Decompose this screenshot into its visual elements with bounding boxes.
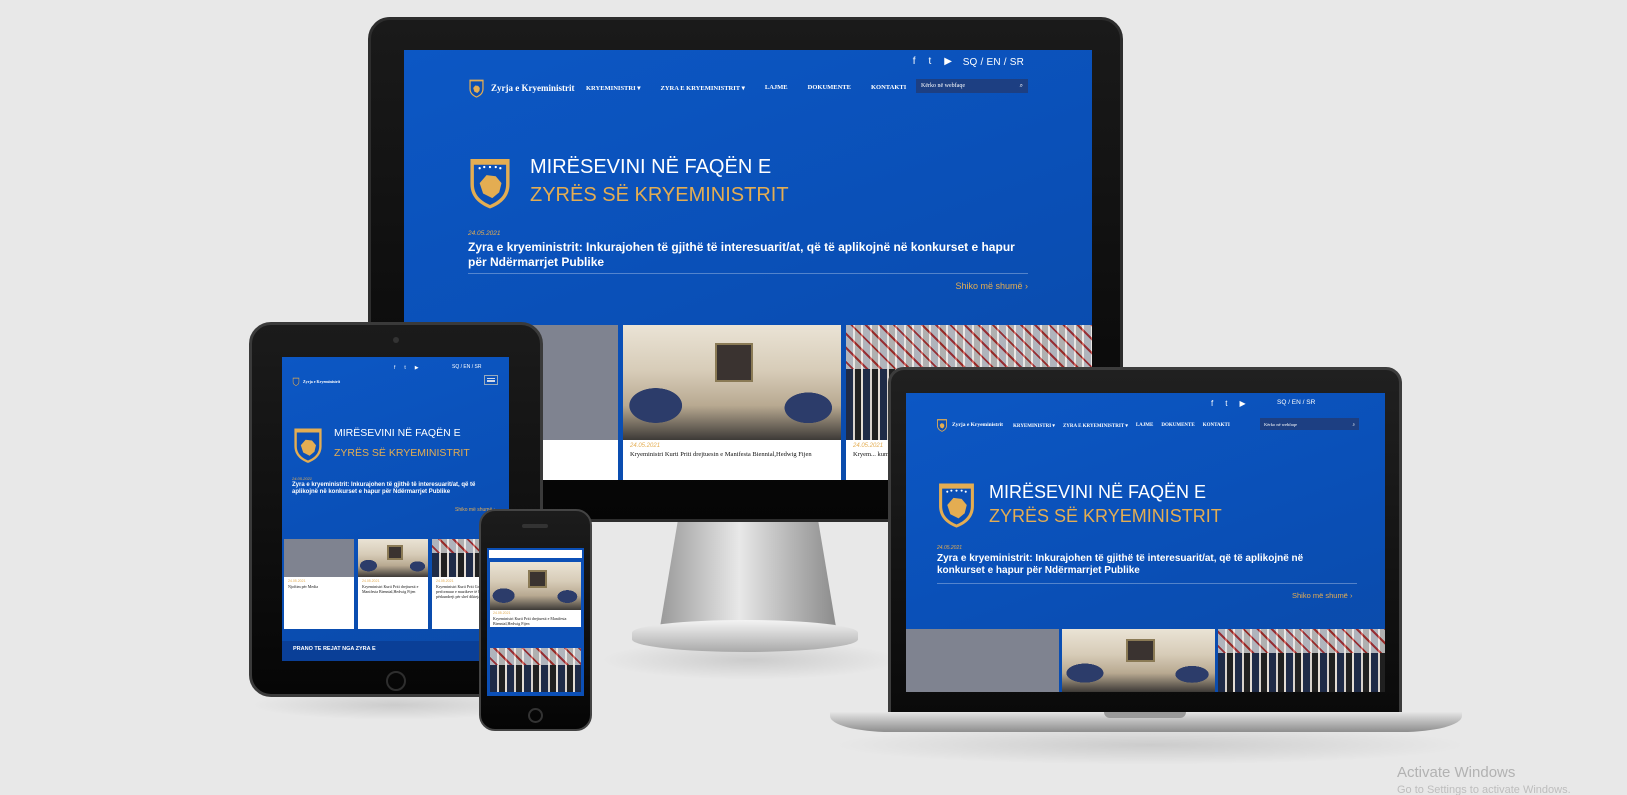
search-icon[interactable]: ⌕ (1352, 422, 1355, 427)
social-links: f t ▶ (394, 365, 419, 371)
youtube-icon[interactable]: ▶ (944, 56, 952, 67)
main-nav: KRYEMINISTRI ▾ ZYRA E KRYEMINISTRIT ▾ LA… (586, 84, 906, 92)
newsletter-bar: PRANO TE REJAT NGA ZYRA E (282, 641, 509, 661)
twitter-icon[interactable]: t (1225, 399, 1227, 408)
news-image (1062, 629, 1215, 692)
nav-item-kryeministri[interactable]: KRYEMINISTRI ▾ (586, 84, 641, 92)
nav-item-kontakti[interactable]: KONTAKTI (871, 84, 906, 92)
brand-name: Zyrja e Kryeministrit (303, 379, 341, 384)
social-links: f t ▶ (913, 56, 952, 67)
see-more-link[interactable]: Shiko më shumë › (955, 281, 1028, 291)
news-title: Kryeministri Kurti Priti drejtuesin e Ma… (630, 451, 812, 458)
language-switcher[interactable]: SQ / EN / SR (963, 57, 1024, 68)
see-more-link[interactable]: Shiko më shumë › (1292, 591, 1352, 600)
newsletter-label: PRANO TE REJAT NGA ZYRA E (293, 646, 376, 652)
nav-item-dokumente[interactable]: DOKUMENTE (1161, 423, 1194, 429)
kosovo-emblem-icon (936, 418, 948, 432)
brand-name: Zyrja e Kryeministrit (952, 422, 1004, 428)
news-image (490, 648, 581, 692)
tablet-camera (393, 337, 399, 343)
nav-item-lajme[interactable]: LAJME (765, 84, 788, 92)
nav-item-zyra[interactable]: ZYRA E KRYEMINISTRIT ▾ (661, 84, 745, 92)
divider (468, 273, 1028, 274)
kosovo-emblem-icon (467, 154, 513, 210)
featured-date: 24.05.2021 (937, 545, 963, 551)
twitter-icon[interactable]: t (929, 56, 932, 67)
language-switcher[interactable]: SQ / EN / SR (1277, 399, 1315, 406)
news-image (284, 539, 354, 577)
phone-home-button (528, 708, 543, 723)
news-card[interactable]: 24.05.2021 Kryeministri Kurti Priti drej… (490, 562, 581, 627)
featured-headline[interactable]: Zyra e kryeministrit: Inkurajohen të gji… (292, 482, 502, 496)
hero-title-line2: ZYRËS SË KRYEMINISTRIT (334, 447, 470, 459)
news-title: Njoftim për Media (288, 584, 318, 589)
nav-item-kontakti[interactable]: KONTAKTI (1203, 423, 1230, 429)
tablet-home-button (386, 671, 406, 691)
youtube-icon[interactable]: ▶ (415, 365, 419, 371)
brand-logo[interactable]: Zyrja e Kryeministrit (468, 78, 574, 98)
news-date: 24.05.2021 (630, 443, 661, 449)
activate-windows-watermark: Activate Windows (1397, 764, 1516, 781)
laptop-notch (1104, 712, 1186, 718)
search-placeholder: Kërko në webfaqe (1264, 421, 1297, 427)
activate-windows-subtext: Go to Settings to activate Windows. (1397, 784, 1571, 795)
news-card[interactable] (1062, 629, 1215, 692)
phone-header-strip (489, 550, 582, 558)
brand-logo[interactable]: Zyrja e Kryeministrit (936, 418, 1003, 432)
brand-name: Zyrja e Kryeministrit (491, 83, 575, 93)
divider (937, 583, 1357, 584)
news-title: Kryeministri Kurti Priti drejtuesit e Ma… (362, 584, 419, 594)
phone-speaker (522, 524, 548, 528)
news-image (906, 629, 1059, 692)
featured-headline[interactable]: Zyra e kryeministrit: Inkurajohen të gji… (937, 553, 1347, 577)
facebook-icon[interactable]: f (913, 56, 916, 67)
search-icon[interactable]: ⌕ (1020, 83, 1023, 90)
news-card[interactable] (1218, 629, 1385, 692)
social-links: f t ▶ (1211, 399, 1246, 408)
featured-date: 24.05.2021 (468, 230, 501, 237)
nav-item-lajme[interactable]: LAJME (1136, 423, 1154, 429)
monitor-stand-neck (660, 522, 836, 627)
news-card[interactable]: 24.05.2021 Kryeministri Kurti Priti drej… (623, 325, 841, 480)
monitor-stand-base (632, 620, 858, 652)
news-image (358, 539, 428, 577)
nav-item-dokumente[interactable]: DOKUMENTE (808, 84, 851, 92)
featured-headline[interactable]: Zyra e kryeministrit: Inkurajohen të gji… (468, 240, 1028, 270)
news-card[interactable]: 24.05.2021 Njoftim për Media (284, 539, 354, 629)
kosovo-emblem-icon (292, 377, 300, 386)
nav-item-zyra[interactable]: ZYRA E KRYEMINISTRIT ▾ (1063, 423, 1128, 429)
news-title: Kryeministri Kurti Priti drejtuesit e Ma… (493, 616, 567, 626)
featured-date: 24.05.2021 (292, 476, 313, 481)
news-card[interactable] (490, 648, 581, 692)
hero-title-line2: ZYRËS SË KRYEMINISTRIT (530, 184, 789, 206)
nav-item-kryeministri[interactable]: KRYEMINISTRI ▾ (1013, 423, 1055, 429)
news-image (623, 325, 841, 440)
facebook-icon[interactable]: f (1211, 399, 1213, 408)
search-input[interactable]: Kërko në webfaqe ⌕ (916, 79, 1028, 93)
kosovo-emblem-icon (936, 479, 977, 529)
kosovo-emblem-icon (292, 425, 324, 464)
news-image (1218, 629, 1385, 692)
hero-title-line1: MIRËSEVINI NË FAQËN E (989, 482, 1207, 502)
phone-site-screen: 24.05.2021 Kryeministri Kurti Priti drej… (487, 548, 584, 696)
brand-logo[interactable]: Zyrja e Kryeministrit (292, 377, 340, 386)
news-image (490, 562, 581, 610)
hero-title-line1: MIRËSEVINI NË FAQËN E (530, 156, 772, 178)
language-switcher[interactable]: SQ / EN / SR (452, 364, 481, 370)
youtube-icon[interactable]: ▶ (1239, 399, 1245, 408)
hamburger-menu-icon[interactable] (484, 375, 498, 385)
tablet-site-screen: f t ▶ SQ / EN / SR Zyrja e Kryeministrit… (282, 357, 509, 661)
twitter-icon[interactable]: t (404, 365, 405, 371)
search-placeholder: Kërko në webfaqe (921, 83, 965, 89)
news-card[interactable]: 24.05.2021 Kryeministri Kurti Priti drej… (358, 539, 428, 629)
facebook-icon[interactable]: f (394, 365, 395, 371)
kosovo-emblem-icon (468, 78, 485, 98)
search-input[interactable]: Kërko në webfaqe ⌕ (1260, 418, 1359, 430)
news-card[interactable] (906, 629, 1059, 692)
hero-title-line1: MIRËSEVINI NË FAQËN E (334, 427, 461, 439)
hero-title-line2: ZYRËS SË KRYEMINISTRIT (989, 506, 1222, 526)
main-nav: KRYEMINISTRI ▾ ZYRA E KRYEMINISTRIT ▾ LA… (1013, 423, 1230, 429)
laptop-site-screen: f t ▶ SQ / EN / SR Zyrja e Kryeministrit… (906, 393, 1385, 692)
